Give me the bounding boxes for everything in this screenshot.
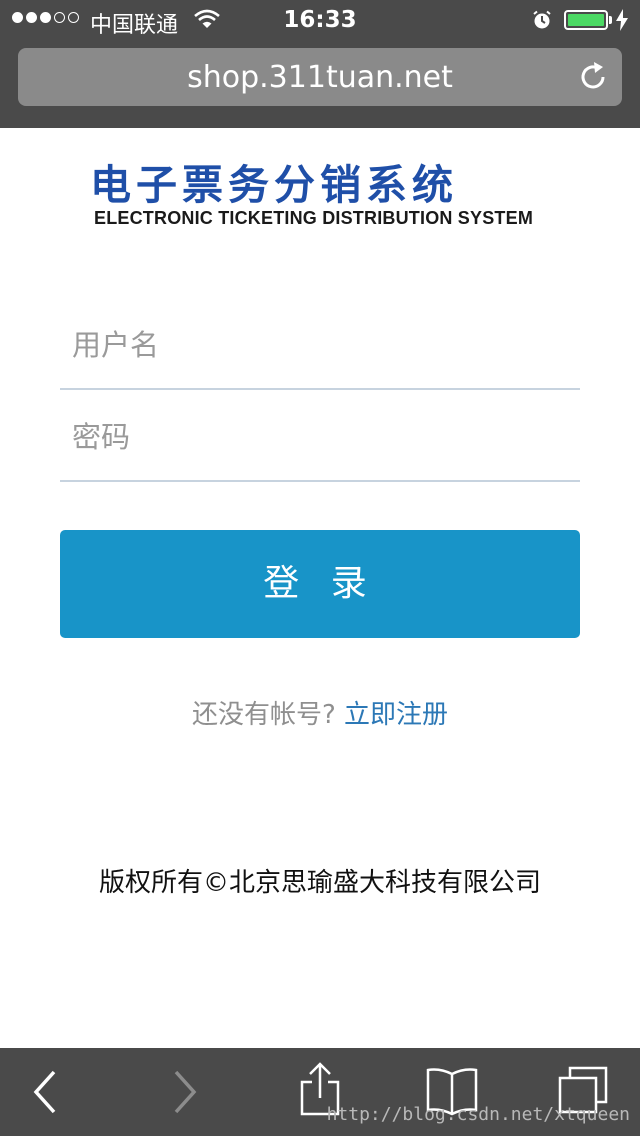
username-field[interactable] (60, 300, 580, 390)
watermark-text: http://blog.csdn.net/xtqueen (326, 1104, 630, 1125)
status-bar: 中国联通 16:33 (0, 0, 640, 40)
battery-icon (564, 10, 608, 30)
password-field[interactable] (60, 392, 580, 482)
register-prompt: 还没有帐号? (191, 700, 336, 730)
browser-chrome: 中国联通 16:33 shop.311tuan.net (0, 0, 640, 128)
forward-icon[interactable] (170, 1068, 200, 1120)
copyright-notice: 版权所有©北京思瑜盛大科技有限公司 (98, 868, 541, 898)
password-input[interactable] (70, 392, 574, 482)
register-line: 还没有帐号? 立即注册 (0, 694, 640, 731)
battery-level (568, 14, 604, 26)
logo-title-cn: 电子票务分销系统 (90, 161, 458, 209)
register-link[interactable]: 立即注册 (344, 700, 448, 730)
back-icon[interactable] (30, 1068, 60, 1120)
logo-title-en: ELECTRONIC TICKETING DISTRIBUTION SYSTEM (94, 208, 534, 228)
system-logo: 电子票务分销系统 ELECTRONIC TICKETING DISTRIBUTI… (90, 162, 560, 229)
username-input[interactable] (70, 300, 574, 390)
alarm-icon (532, 10, 552, 36)
url-text[interactable]: shop.311tuan.net (18, 60, 622, 95)
battery-tip (609, 16, 612, 24)
reload-icon[interactable] (576, 60, 610, 98)
login-button[interactable]: 登 录 (60, 530, 580, 638)
charging-bolt-icon (616, 9, 628, 37)
address-bar[interactable]: shop.311tuan.net (18, 48, 622, 106)
